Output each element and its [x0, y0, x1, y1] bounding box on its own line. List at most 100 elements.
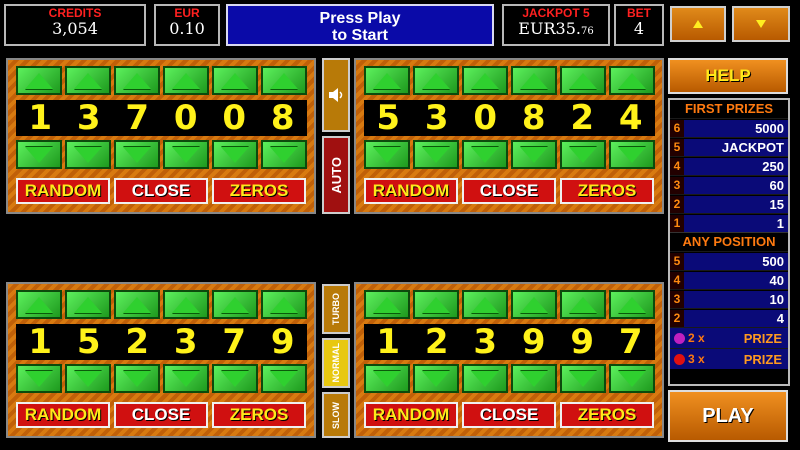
triangle-up-icon: [373, 296, 401, 313]
digit-up-button[interactable]: [163, 290, 209, 319]
digit-down-button[interactable]: [560, 364, 606, 393]
digit-down-button[interactable]: [65, 364, 111, 393]
triangle-up-icon: [221, 72, 249, 89]
digit-up-button[interactable]: [65, 66, 111, 95]
close-button[interactable]: CLOSE: [114, 178, 208, 204]
match-count: 3: [670, 176, 684, 194]
digit-up-button[interactable]: [609, 66, 655, 95]
digit-down-button[interactable]: [511, 140, 557, 169]
digit-up-button[interactable]: [65, 290, 111, 319]
any-position-title: ANY POSITION: [670, 232, 788, 251]
digit-up-button[interactable]: [462, 290, 508, 319]
digit-up-button[interactable]: [462, 66, 508, 95]
digit-down-button[interactable]: [413, 140, 459, 169]
number-panel-4: 1 2 3 9 9 7 RANDOM CLOSE ZEROS: [354, 282, 664, 438]
zeros-button[interactable]: ZEROS: [212, 178, 306, 204]
play-button[interactable]: PLAY: [668, 390, 788, 442]
random-button[interactable]: RANDOM: [364, 178, 458, 204]
action-row: RANDOM CLOSE ZEROS: [364, 402, 654, 428]
triangle-down-icon: [270, 370, 298, 387]
zeros-button[interactable]: ZEROS: [560, 178, 654, 204]
prize-value: 500: [684, 252, 788, 270]
random-button[interactable]: RANDOM: [16, 402, 110, 428]
digit-down-button[interactable]: [212, 364, 258, 393]
zeros-button[interactable]: ZEROS: [212, 402, 306, 428]
help-button[interactable]: HELP: [668, 58, 788, 94]
normal-label: NORMAL: [331, 343, 341, 383]
bet-down-button[interactable]: [732, 6, 790, 42]
digit-up-button[interactable]: [114, 290, 160, 319]
action-row: RANDOM CLOSE ZEROS: [16, 178, 306, 204]
triangle-down-icon: [373, 370, 401, 387]
digit-down-button[interactable]: [163, 364, 209, 393]
digit-up-button[interactable]: [413, 290, 459, 319]
sound-button[interactable]: [322, 58, 350, 132]
zeros-button[interactable]: ZEROS: [560, 402, 654, 428]
digit-up-button[interactable]: [261, 290, 307, 319]
triangle-up-icon: [373, 72, 401, 89]
digit-up-button[interactable]: [261, 66, 307, 95]
digit-down-button[interactable]: [364, 140, 410, 169]
digit-down-button[interactable]: [609, 140, 655, 169]
digit-down-button[interactable]: [261, 364, 307, 393]
digit-up-button[interactable]: [560, 290, 606, 319]
digit-value: 9: [521, 322, 546, 362]
any-position-row: 5 500: [670, 251, 788, 270]
slow-button[interactable]: SLOW: [322, 392, 350, 438]
normal-button[interactable]: NORMAL: [322, 338, 350, 388]
digit-value: 7: [125, 98, 150, 138]
digit-down-button[interactable]: [511, 364, 557, 393]
bet-up-button[interactable]: [670, 6, 726, 42]
digit-up-button[interactable]: [364, 66, 410, 95]
credits-box: CREDITS 3,054: [4, 4, 146, 46]
digit-up-button[interactable]: [511, 290, 557, 319]
close-button[interactable]: CLOSE: [114, 402, 208, 428]
digit-value: 3: [76, 98, 101, 138]
close-button[interactable]: CLOSE: [462, 178, 556, 204]
digit-down-button[interactable]: [114, 364, 160, 393]
digit-up-button[interactable]: [16, 290, 62, 319]
digit-down-button[interactable]: [364, 364, 410, 393]
triangle-down-icon: [520, 370, 548, 387]
currency-box[interactable]: EUR 0.10: [154, 4, 220, 46]
digit-down-button[interactable]: [413, 364, 459, 393]
triangle-down-icon: [74, 146, 102, 163]
digit-down-button[interactable]: [163, 140, 209, 169]
random-button[interactable]: RANDOM: [16, 178, 110, 204]
digit-down-button[interactable]: [212, 140, 258, 169]
close-button[interactable]: CLOSE: [462, 402, 556, 428]
digit-up-button[interactable]: [212, 290, 258, 319]
digit-up-button[interactable]: [212, 66, 258, 95]
digit-up-button[interactable]: [163, 66, 209, 95]
digit-up-button[interactable]: [16, 66, 62, 95]
digit-down-button[interactable]: [462, 364, 508, 393]
digit-down-button[interactable]: [114, 140, 160, 169]
digit-up-button[interactable]: [511, 66, 557, 95]
digit-down-button[interactable]: [65, 140, 111, 169]
digit-up-button[interactable]: [114, 66, 160, 95]
digit-up-button[interactable]: [413, 66, 459, 95]
digit-down-button[interactable]: [261, 140, 307, 169]
auto-button[interactable]: AUTO: [322, 136, 350, 214]
triangle-down-icon: [123, 370, 151, 387]
turbo-button[interactable]: TURBO: [322, 284, 350, 334]
digit-down-button[interactable]: [462, 140, 508, 169]
digit-value: 3: [173, 322, 198, 362]
digit-down-button[interactable]: [560, 140, 606, 169]
jackpot-value: EUR35.76: [504, 20, 608, 41]
prize-value: 4: [684, 309, 788, 327]
digit-up-button[interactable]: [364, 290, 410, 319]
multiplier: 2 x: [688, 331, 705, 345]
digit-up-button[interactable]: [609, 290, 655, 319]
triangle-up-icon: [618, 72, 646, 89]
digit-up-button[interactable]: [560, 66, 606, 95]
random-button[interactable]: RANDOM: [364, 402, 458, 428]
digit-value: 7: [618, 322, 643, 362]
turbo-label: TURBO: [331, 293, 341, 325]
digit-down-button[interactable]: [16, 364, 62, 393]
digit-value: 4: [618, 98, 643, 138]
increment-row: [16, 66, 307, 95]
digit-down-button[interactable]: [609, 364, 655, 393]
digit-value: 5: [76, 322, 101, 362]
digit-down-button[interactable]: [16, 140, 62, 169]
